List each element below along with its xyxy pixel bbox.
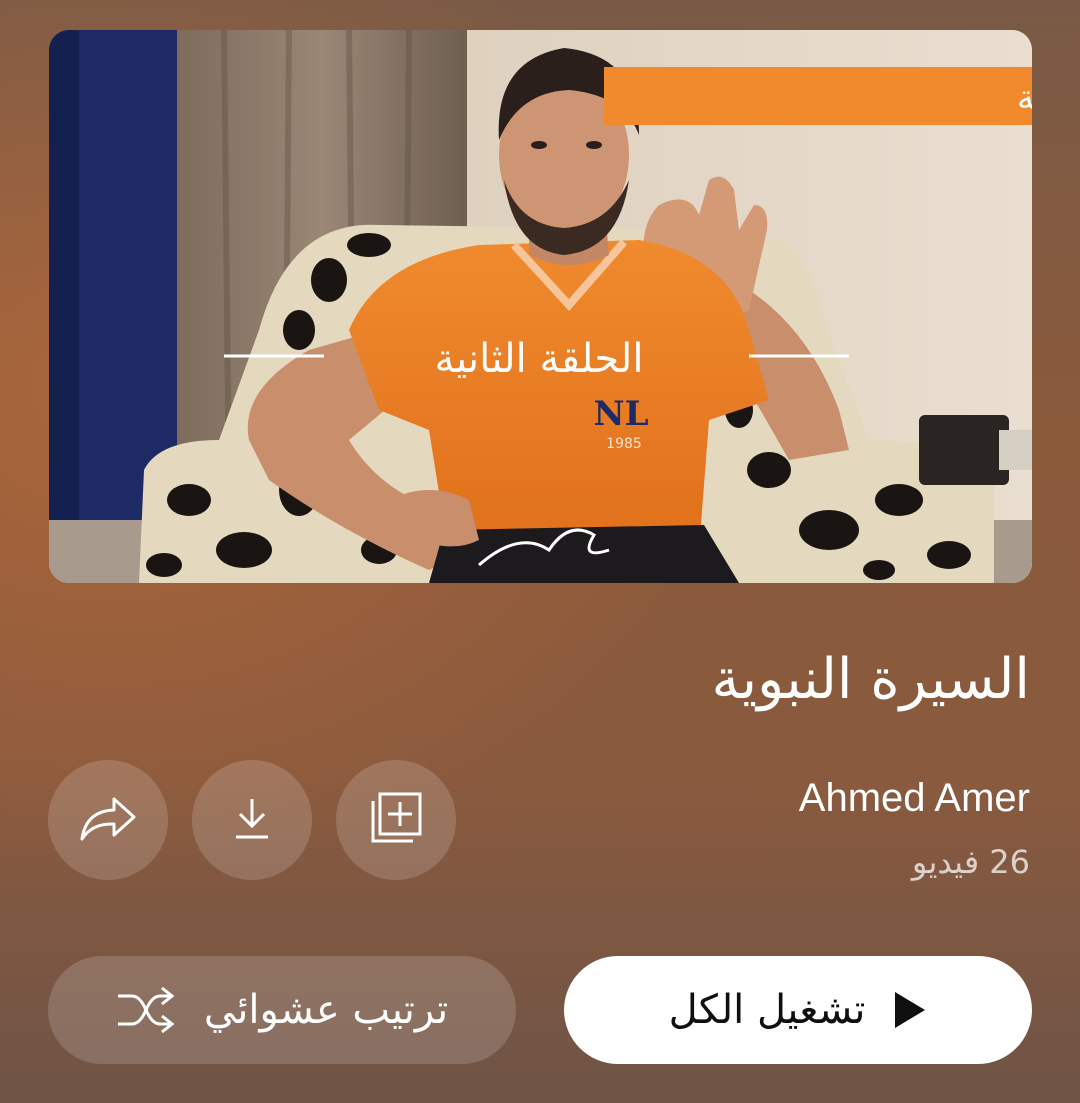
shuffle-label: ترتيب عشوائي	[203, 987, 449, 1033]
channel-name[interactable]: Ahmed Amer	[799, 772, 1030, 824]
add-to-library-icon	[366, 788, 426, 852]
playlist-thumbnail[interactable]: NL 1985 سلسلة السيرة النبوية الحلقة الثا…	[49, 30, 1032, 583]
shirt-badge-text: NL	[594, 394, 649, 434]
play-all-button[interactable]: تشغيل الكل	[564, 956, 1032, 1064]
play-all-label: تشغيل الكل	[668, 987, 866, 1033]
share-icon	[78, 793, 138, 847]
share-button[interactable]	[48, 760, 168, 880]
video-count: 26 فيديو	[911, 843, 1030, 881]
shuffle-icon	[116, 986, 176, 1034]
shuffle-button[interactable]: ترتيب عشوائي	[48, 956, 516, 1064]
playlist-title: السيرة النبوية	[711, 647, 1030, 712]
episode-text: الحلقة الثانية	[435, 336, 644, 382]
download-icon	[232, 795, 272, 845]
play-icon	[893, 990, 927, 1030]
series-banner	[604, 67, 1032, 125]
shirt-year-text: 1985	[606, 436, 642, 452]
save-to-library-button[interactable]	[336, 760, 456, 880]
series-banner-text: سلسلة السيرة النبوية	[1017, 78, 1032, 118]
download-button[interactable]	[192, 760, 312, 880]
